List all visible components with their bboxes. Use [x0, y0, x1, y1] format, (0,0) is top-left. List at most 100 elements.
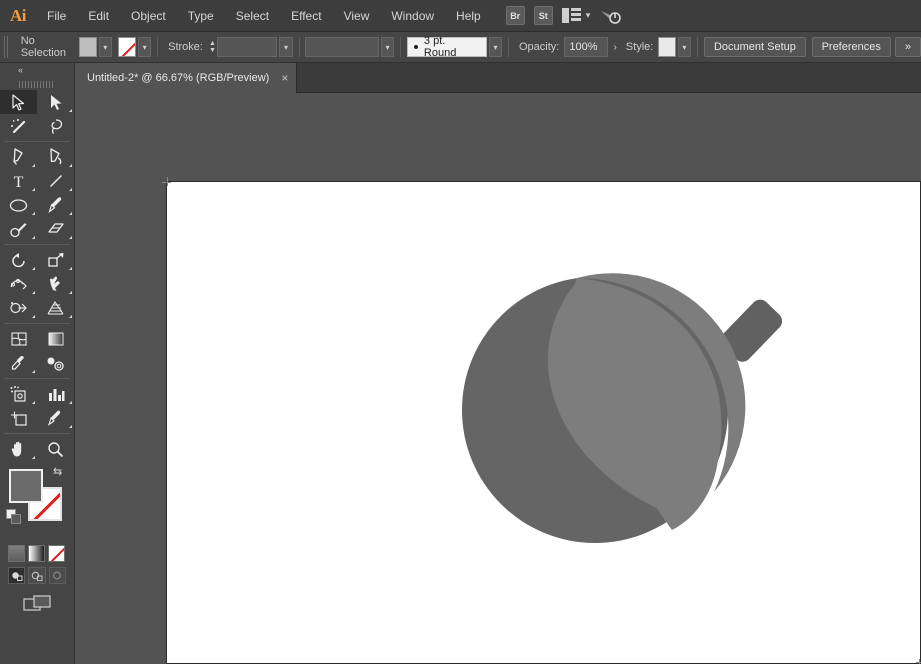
svg-text:T: T: [14, 174, 24, 189]
tool-flyout-indicator: [69, 315, 72, 318]
menu-help[interactable]: Help: [445, 0, 492, 32]
artboard[interactable]: [162, 177, 921, 664]
stroke-weight-chevron[interactable]: ▾: [279, 37, 293, 57]
curvature-tool[interactable]: [37, 145, 74, 169]
close-icon[interactable]: ×: [281, 72, 288, 84]
graphic-style-chevron[interactable]: ▾: [677, 37, 692, 57]
stock-icon[interactable]: St: [533, 6, 553, 25]
tool-flyout-indicator: [69, 109, 72, 112]
control-bar: No Selection ▾ ▾ Stroke: ▲ ▼ ▾ ▾ 3 pt. Ro…: [0, 32, 921, 63]
column-graph-tool[interactable]: [37, 382, 74, 406]
bomb-illustration[interactable]: [167, 182, 921, 664]
pen-tool[interactable]: [0, 145, 37, 169]
search-help-icon[interactable]: [599, 7, 622, 25]
mesh-tool[interactable]: [0, 327, 37, 351]
tool-separator: [4, 433, 70, 434]
tool-flyout-indicator: [69, 425, 72, 428]
fill-color-box[interactable]: [9, 469, 43, 503]
tool-panel-grip[interactable]: [16, 78, 58, 90]
paintbrush-tool[interactable]: [37, 193, 74, 217]
shape-builder-tool[interactable]: [0, 296, 37, 320]
swap-fill-stroke-icon[interactable]: ⇆: [53, 467, 67, 481]
tool-flyout-indicator: [69, 401, 72, 404]
tool-flyout-indicator: [69, 188, 72, 191]
tool-flyout-indicator: [32, 456, 35, 459]
collapse-panel-icon[interactable]: «: [18, 65, 23, 75]
artboard-tool[interactable]: [0, 406, 37, 430]
menu-effect[interactable]: Effect: [280, 0, 332, 32]
stroke-weight-input[interactable]: [216, 37, 278, 57]
menubar-right-cluster: Br St ▾: [505, 6, 622, 25]
stroke-weight-stepper[interactable]: ▲ ▼: [208, 37, 217, 57]
eraser-tool[interactable]: [37, 217, 74, 241]
brush-definition-chevron[interactable]: ▾: [488, 37, 503, 57]
direct-selection-tool[interactable]: [37, 90, 74, 114]
style-label: Style:: [625, 41, 654, 53]
brush-definition-value: 3 pt. Round: [423, 35, 457, 59]
draw-normal-button[interactable]: [8, 567, 26, 584]
tool-flyout-indicator: [32, 236, 35, 239]
draw-behind-button[interactable]: [28, 567, 46, 584]
rotate-tool[interactable]: [0, 248, 37, 272]
draw-inside-button[interactable]: [48, 567, 66, 584]
control-bar-grip[interactable]: [4, 36, 10, 58]
none-mode-button[interactable]: [48, 545, 65, 562]
canvas-area[interactable]: [75, 93, 921, 664]
opacity-expand-arrow[interactable]: ›: [608, 42, 621, 53]
gradient-tool[interactable]: [37, 327, 74, 351]
tool-flyout-indicator: [69, 291, 72, 294]
gradient-mode-button[interactable]: [28, 545, 45, 562]
brush-definition-select[interactable]: 3 pt. Round: [407, 35, 487, 59]
ellipse-tool[interactable]: [0, 193, 37, 217]
document-setup-button[interactable]: Document Setup: [703, 37, 806, 57]
tool-flyout-indicator: [69, 267, 72, 270]
hand-tool[interactable]: [0, 437, 37, 461]
selection-tool[interactable]: [0, 90, 37, 114]
stroke-profile-input[interactable]: [305, 37, 379, 57]
color-mode-button[interactable]: [8, 545, 25, 562]
free-transform-tool[interactable]: [37, 272, 74, 296]
symbol-sprayer-tool[interactable]: [0, 382, 37, 406]
screen-mode-button[interactable]: [0, 593, 74, 613]
perspective-grid-tool[interactable]: [37, 296, 74, 320]
menu-file[interactable]: File: [36, 0, 77, 32]
menu-view[interactable]: View: [333, 0, 381, 32]
color-mode-buttons: [0, 541, 74, 562]
shaper-tool[interactable]: [0, 217, 37, 241]
width-tool[interactable]: [0, 272, 37, 296]
line-segment-tool[interactable]: [37, 169, 74, 193]
graphic-style-swatch[interactable]: [658, 37, 676, 57]
tool-separator: [4, 323, 70, 324]
slice-tool[interactable]: [37, 406, 74, 430]
stroke-profile-chevron[interactable]: ▾: [380, 37, 395, 57]
document-tab[interactable]: Untitled-2* @ 66.67% (RGB/Preview) ×: [75, 63, 298, 93]
menu-object[interactable]: Object: [120, 0, 177, 32]
blend-tool[interactable]: [37, 351, 74, 375]
tool-flyout-indicator: [32, 315, 35, 318]
fill-swatch-chevron[interactable]: ▾: [98, 37, 112, 57]
eyedropper-tool[interactable]: [0, 351, 37, 375]
menu-select[interactable]: Select: [225, 0, 280, 32]
color-controls: ⇆: [0, 465, 75, 541]
magic-wand-tool[interactable]: [0, 114, 37, 138]
lasso-tool[interactable]: [37, 114, 74, 138]
type-tool[interactable]: T: [0, 169, 37, 193]
bridge-icon[interactable]: Br: [505, 6, 525, 25]
menu-window[interactable]: Window: [380, 0, 445, 32]
workspace-switcher[interactable]: ▾: [561, 8, 590, 23]
tool-flyout-indicator: [32, 188, 35, 191]
stroke-color-swatch[interactable]: [118, 37, 136, 57]
default-fill-stroke-icon[interactable]: [6, 509, 22, 525]
stroke-swatch-chevron[interactable]: ▾: [137, 37, 152, 57]
control-bar-overflow-button[interactable]: »: [894, 37, 921, 57]
fill-color-swatch[interactable]: [79, 37, 97, 57]
preferences-button[interactable]: Preferences: [811, 37, 891, 57]
divider: [697, 37, 698, 57]
divider: [157, 37, 159, 57]
menu-type[interactable]: Type: [177, 0, 225, 32]
workspace-layout-icon: [561, 8, 581, 23]
opacity-input[interactable]: 100%: [564, 37, 609, 57]
menu-edit[interactable]: Edit: [77, 0, 120, 32]
zoom-tool[interactable]: [37, 437, 74, 461]
scale-tool[interactable]: [37, 248, 74, 272]
